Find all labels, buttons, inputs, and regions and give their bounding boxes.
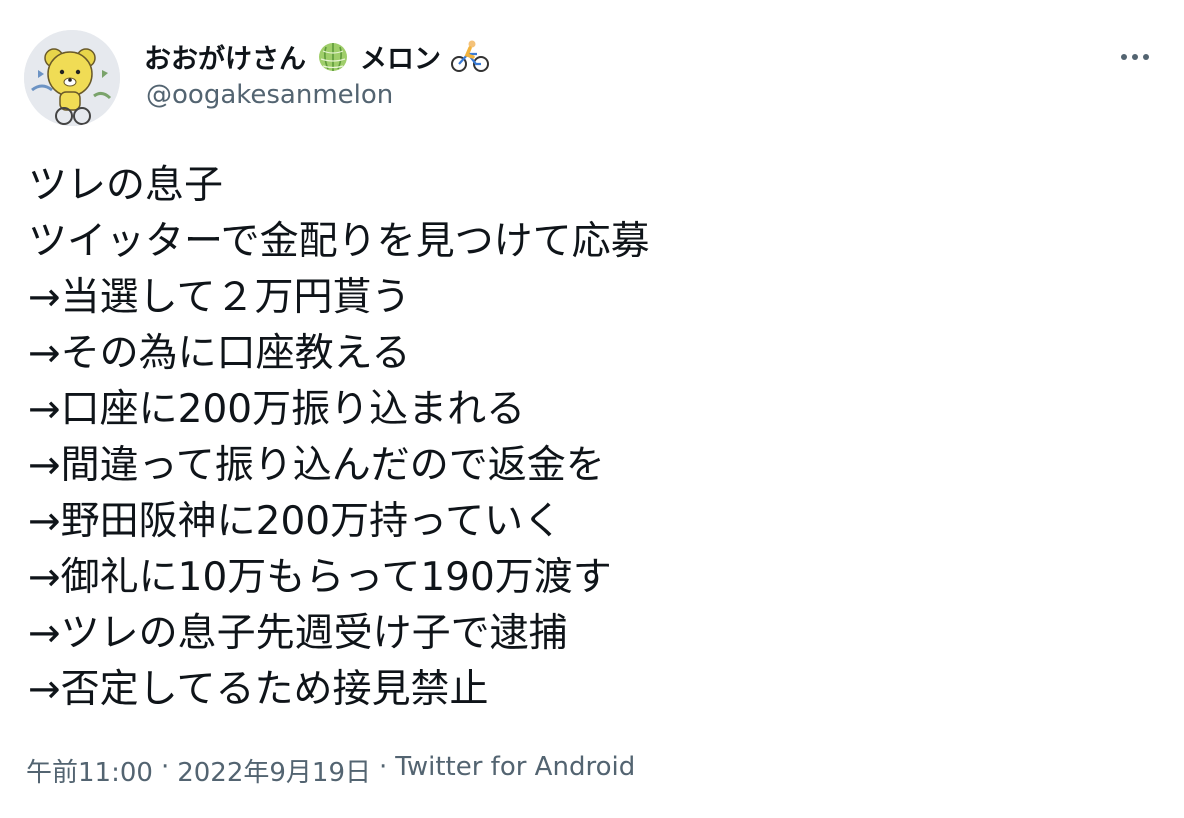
tweet-line: →当選して２万円貰う	[28, 275, 411, 320]
avatar[interactable]	[24, 30, 120, 126]
tweet-line: →否定してるため接見禁止	[28, 667, 489, 712]
display-name-row[interactable]: おおがけさん メロン	[144, 36, 489, 76]
tweet-line: ツレの息子	[28, 163, 224, 208]
tweet-text: ツレの息子 ツイッターで金配りを見つけて応募 →当選して２万円貰う →その為に口…	[28, 158, 1148, 718]
tweet-date[interactable]: 2022年9月19日	[177, 752, 371, 789]
tweet-line: →口座に200万振り込まれる	[28, 387, 526, 432]
more-options-button[interactable]	[1118, 42, 1152, 72]
meta-separator: ·	[160, 752, 170, 782]
display-name[interactable]: おおがけさん	[144, 37, 306, 76]
tweet-metadata: 午前11:00 · 2022年9月19日 · Twitter for Andro…	[26, 752, 635, 789]
user-handle[interactable]: @oogakesanmelon	[146, 80, 393, 110]
tweet-line: →ツレの息子先週受け子で逮捕	[28, 611, 568, 656]
meta-separator: ·	[379, 752, 388, 782]
display-name-suffix[interactable]: メロン	[360, 37, 441, 76]
tweet-line: →御礼に10万もらって190万渡す	[28, 555, 612, 600]
cyclist-icon	[451, 39, 489, 73]
tweet-card: おおがけさん メロン @oogakesanmelon ツレの息子 ツイッターで金…	[0, 0, 1184, 818]
bear-avatar-icon	[24, 30, 120, 126]
tweet-line: ツイッターで金配りを見つけて応募	[28, 219, 650, 264]
melon-icon	[316, 39, 350, 73]
tweet-line: →野田阪神に200万持っていく	[28, 499, 563, 544]
more-icon	[1121, 54, 1149, 60]
tweet-line: →間違って振り込んだので返金を	[28, 443, 605, 488]
tweet-source[interactable]: Twitter for Android	[395, 752, 635, 789]
tweet-line: →その為に口座教える	[28, 331, 411, 376]
tweet-time[interactable]: 午前11:00	[26, 752, 153, 789]
